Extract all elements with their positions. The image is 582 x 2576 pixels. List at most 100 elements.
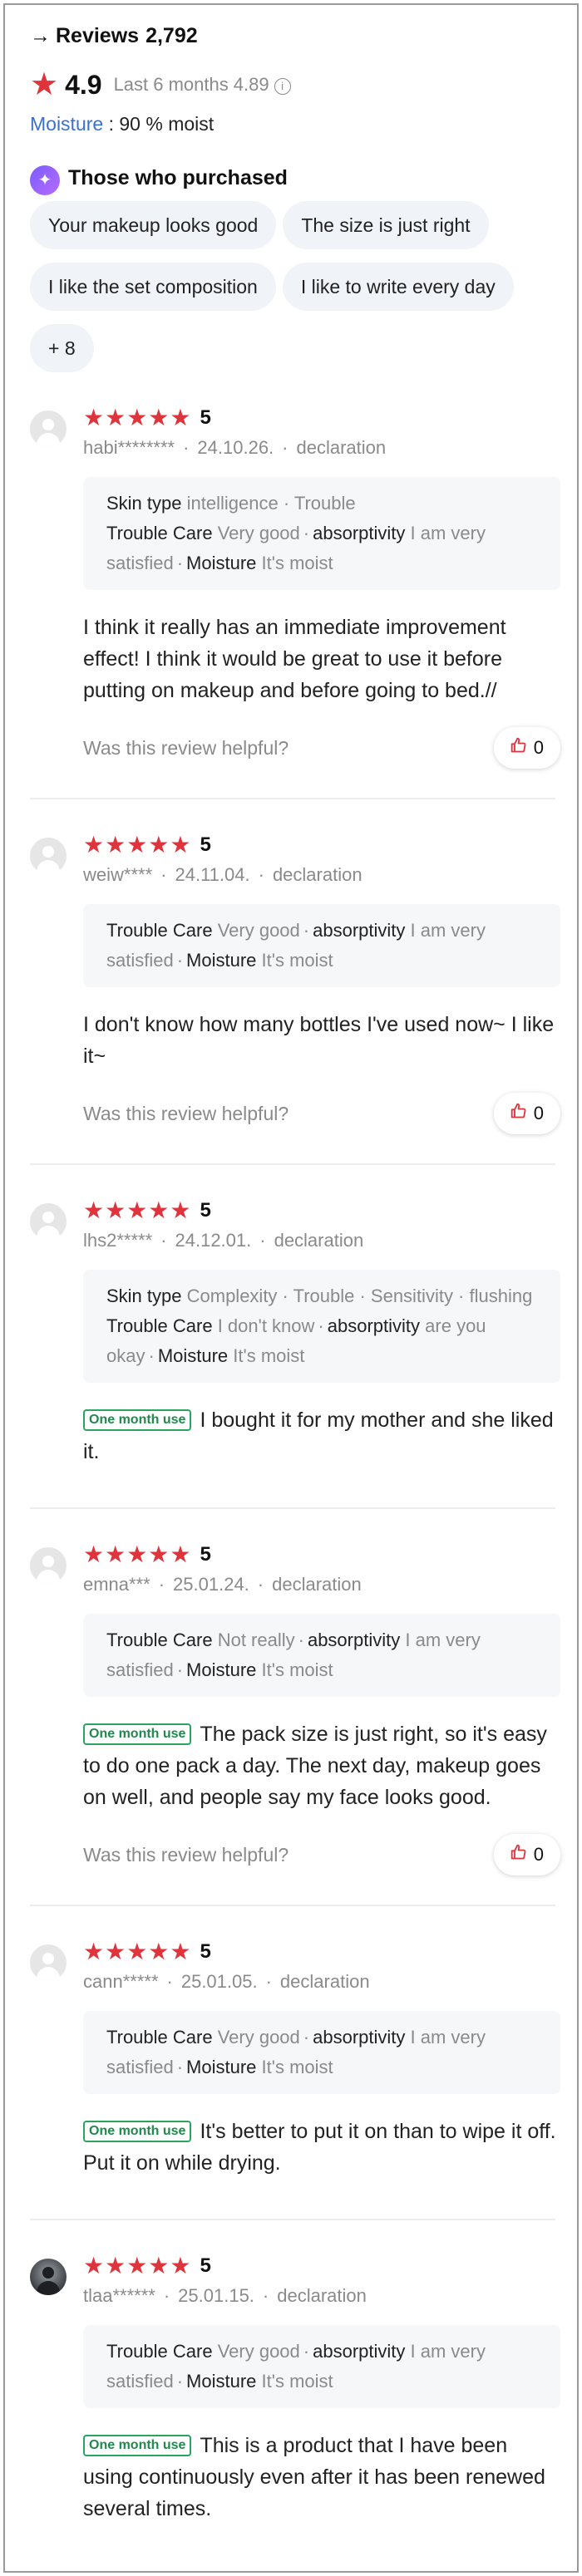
review-date: 25.01.24. bbox=[173, 1574, 249, 1595]
helpful-question: Was this review helpful? bbox=[83, 1102, 289, 1124]
attr-key: absorptivity bbox=[313, 920, 406, 941]
review-source: declaration bbox=[277, 2285, 367, 2306]
avatar[interactable] bbox=[30, 2259, 67, 2295]
avatar-head bbox=[42, 419, 54, 430]
attr-dot: · bbox=[176, 950, 184, 971]
attr-value: Very good bbox=[217, 523, 300, 543]
attr-key: Trouble Care bbox=[106, 1630, 213, 1650]
avatar[interactable] bbox=[30, 1547, 67, 1584]
arrow-right-icon: → bbox=[30, 23, 51, 47]
rating-stars-icon: ★★★★★ bbox=[83, 2253, 192, 2279]
meta-dot: · bbox=[166, 1971, 173, 1992]
attr-value: Very good bbox=[217, 2341, 300, 2362]
avatar-body bbox=[37, 1570, 60, 1584]
attr-key: Skin type bbox=[106, 493, 182, 514]
meta-dot: · bbox=[282, 437, 289, 458]
meta-dot: · bbox=[265, 1971, 272, 1992]
attr-key: Trouble Care bbox=[106, 523, 213, 543]
review-body: ★★★★★ 5 lhs2***** · 24.12.01. · declaration Ski… bbox=[83, 1198, 560, 1467]
like-button[interactable]: 0 bbox=[493, 727, 560, 769]
review-source: declaration bbox=[274, 1230, 364, 1251]
thumbs-up-icon bbox=[510, 1844, 527, 1866]
rating-score: 5 bbox=[200, 1543, 211, 1566]
star-icon: ★ bbox=[30, 67, 59, 102]
attr-value: Very good bbox=[217, 920, 300, 941]
attr-value: It's moist bbox=[261, 2057, 333, 2077]
review-attributes: Skin type Complexity · Trouble · Sensiti… bbox=[83, 1270, 560, 1383]
review-attributes: Skin type intelligence · Trouble Trouble … bbox=[83, 477, 560, 590]
avatar[interactable] bbox=[30, 1944, 67, 1981]
review-item: ★★★★★ 5 habi******** · 24.10.26. · declaration… bbox=[30, 406, 560, 799]
avatar-head bbox=[42, 2267, 54, 2279]
review-attributes: Trouble Care Very good · absorptivity I am… bbox=[83, 2011, 560, 2094]
moisture-summary: Moisture : 90 % moist bbox=[30, 113, 555, 138]
reviews-label: Reviews bbox=[56, 23, 140, 47]
review-item: ★★★★★ 5 emna*** · 25.01.24. · declaration Troub… bbox=[30, 1509, 560, 1906]
reviewer-name[interactable]: lhs2***** bbox=[83, 1230, 152, 1251]
attr-dot: · bbox=[303, 2027, 310, 2048]
attr-dot: · bbox=[176, 1659, 184, 1680]
review-body: ★★★★★ 5 weiw**** · 24.11.04. · declaration Trou… bbox=[83, 833, 560, 1135]
keyword-chip[interactable]: The size is just right bbox=[283, 201, 489, 249]
more-chips-button[interactable]: + 8 bbox=[30, 324, 94, 372]
reviewer-name[interactable]: emna*** bbox=[83, 1574, 150, 1595]
review-date: 24.11.04. bbox=[175, 864, 250, 885]
meta-dot: · bbox=[259, 1230, 266, 1251]
meta-dot: · bbox=[258, 864, 264, 885]
review-body: ★★★★★ 5 tlaa****** · 25.01.15. · declaration Tr… bbox=[83, 2254, 560, 2524]
rating-stars-icon: ★★★★★ bbox=[83, 832, 192, 858]
avatar-head bbox=[42, 1556, 54, 1567]
attr-dot: · bbox=[176, 553, 184, 573]
thumbs-up-icon bbox=[510, 1103, 527, 1124]
attr-key: Moisture bbox=[186, 1659, 257, 1680]
attr-key: absorptivity bbox=[313, 2027, 406, 2048]
keyword-chips: Your makeup looks good The size is just … bbox=[30, 201, 562, 372]
avatar[interactable] bbox=[30, 838, 67, 874]
purchased-title: Those who purchased bbox=[68, 165, 288, 189]
reviewer-name[interactable]: tlaa****** bbox=[83, 2285, 155, 2306]
attr-key: Trouble Care bbox=[106, 920, 213, 941]
review-rating: ★★★★★ 5 bbox=[83, 1939, 560, 1964]
attr-dot: · bbox=[303, 920, 310, 941]
reviewer-name[interactable]: weiw**** bbox=[83, 864, 152, 885]
reviewer-name[interactable]: habi******** bbox=[83, 437, 175, 458]
review-text: I think it really has an immediate impro… bbox=[83, 612, 560, 706]
review-meta: weiw**** · 24.11.04. · declaration bbox=[83, 864, 560, 887]
keyword-chip[interactable]: I like the set composition bbox=[30, 263, 276, 311]
attr-value: It's moist bbox=[261, 2371, 333, 2392]
attr-value: It's moist bbox=[233, 1345, 305, 1366]
meta-dot: · bbox=[160, 864, 167, 885]
helpful-question: Was this review helpful? bbox=[83, 736, 289, 759]
attr-dot: · bbox=[176, 2371, 184, 2392]
like-button[interactable]: 0 bbox=[493, 1834, 560, 1875]
review-item: ★★★★★ 5 weiw**** · 24.11.04. · declaration Trou… bbox=[30, 799, 560, 1165]
rating-score: 5 bbox=[200, 1940, 211, 1963]
rating-score: 5 bbox=[200, 1199, 211, 1222]
helpful-row: Was this review helpful? 0 bbox=[83, 1092, 560, 1135]
like-button[interactable]: 0 bbox=[493, 1093, 560, 1134]
avatar[interactable] bbox=[30, 1203, 67, 1240]
keyword-chip[interactable]: Your makeup looks good bbox=[30, 201, 277, 249]
attr-key: Moisture bbox=[157, 1345, 229, 1366]
review-body: ★★★★★ 5 habi******** · 24.10.26. · declaration… bbox=[83, 406, 560, 769]
keyword-chip[interactable]: I like to write every day bbox=[282, 263, 514, 311]
rating-stars-icon: ★★★★★ bbox=[83, 405, 192, 430]
reviews-count: 2,792 bbox=[146, 23, 198, 47]
reviewer-name[interactable]: cann***** bbox=[83, 1971, 159, 1992]
attr-dot: · bbox=[176, 2057, 184, 2077]
purchased-header: ✦ Those who purchased bbox=[30, 163, 555, 195]
info-icon[interactable]: i bbox=[274, 78, 291, 95]
review-attributes: Trouble Care Very good · absorptivity I am… bbox=[83, 2325, 560, 2408]
reviews-header[interactable]: → Reviews 2,792 bbox=[30, 22, 555, 50]
review-rating: ★★★★★ 5 bbox=[83, 1198, 560, 1223]
attr-key: Moisture bbox=[186, 2371, 257, 2392]
avatar-head bbox=[42, 1953, 54, 1964]
review-date: 25.01.15. bbox=[178, 2285, 254, 2306]
meta-dot: · bbox=[262, 2285, 269, 2306]
review-source: declaration bbox=[296, 437, 387, 458]
avatar[interactable] bbox=[30, 410, 67, 447]
review-rating: ★★★★★ 5 bbox=[83, 406, 560, 430]
review-panel: → Reviews 2,792 ★ 4.9 Last 6 months 4.89 i… bbox=[3, 3, 579, 2573]
review-meta: cann***** · 25.01.05. · declaration bbox=[83, 1971, 560, 1994]
attr-key: Moisture bbox=[186, 553, 257, 573]
